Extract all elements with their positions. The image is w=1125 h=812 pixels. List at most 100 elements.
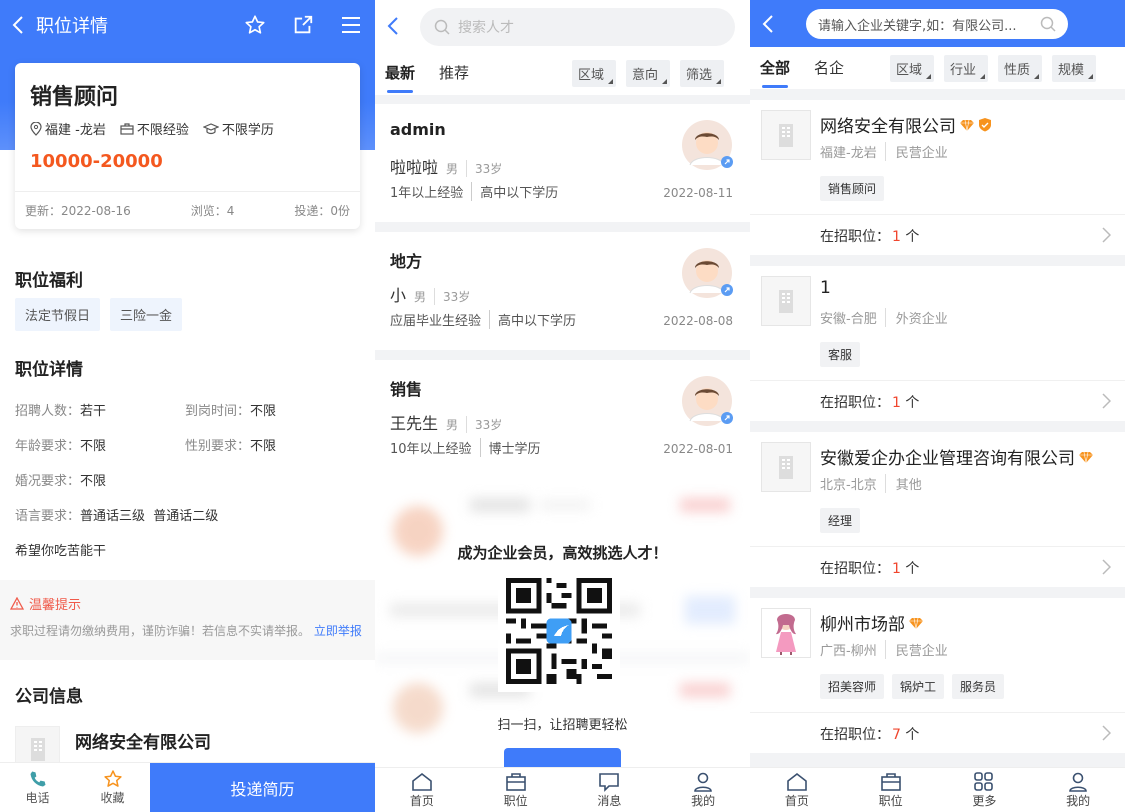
chevron-right-icon[interactable] <box>1102 725 1112 745</box>
qr-code[interactable] <box>498 570 620 692</box>
company-header: 请输入企业关键字,如：有限公司... <box>750 0 1125 47</box>
membership-promo: 成为企业会员，高效挑选人才！ 扫一扫，让招聘更轻松 <box>375 478 750 778</box>
tab-recommended[interactable]: 推荐 <box>439 62 469 83</box>
tab-profile[interactable]: 我的 <box>1031 768 1125 812</box>
user-icon <box>694 772 712 792</box>
filter-more[interactable]: 筛选 <box>680 60 725 87</box>
tab-jobs[interactable]: 职位 <box>469 768 563 812</box>
company-list-screen: 请输入企业关键字,如：有限公司... 全部 名企 区域 行业 性质 规模 网络安… <box>750 0 1125 812</box>
hiring-count: 1 <box>892 395 901 411</box>
filter-industry[interactable]: 行业 <box>944 55 989 82</box>
details-title: 职位详情 <box>15 360 83 380</box>
filter-nature[interactable]: 性质 <box>998 55 1043 82</box>
back-icon[interactable] <box>762 14 774 38</box>
user-icon <box>1069 772 1087 792</box>
company-name: 柳州市场部 <box>820 615 905 635</box>
home-icon <box>787 772 807 791</box>
tab-more[interactable]: 更多 <box>938 768 1032 812</box>
update-date: 更新：2022-08-16 <box>25 204 131 218</box>
star-icon[interactable] <box>231 14 279 36</box>
benefit-tag: 法定节假日 <box>15 298 101 331</box>
job-tag: 销售顾问 <box>820 176 885 201</box>
home-icon <box>412 772 432 791</box>
company-name: 安徽爱企办企业管理咨询有限公司 <box>820 449 1075 469</box>
tab-profile[interactable]: 我的 <box>656 768 750 812</box>
back-icon[interactable] <box>387 16 399 40</box>
application-count: 投递：0份 <box>294 204 350 218</box>
talent-card[interactable]: admin 啦啦啦男 33岁 1年以上经验 高中以下学历 2022-08-11 <box>375 104 750 222</box>
location-pin-icon <box>30 121 42 136</box>
company-logo <box>761 608 811 658</box>
talent-date: 2022-08-11 <box>663 186 733 200</box>
company-card[interactable]: 1 安徽-合肥 外资企业 客服 在招职位： 1 个 <box>750 266 1125 421</box>
share-icon[interactable] <box>279 14 327 36</box>
talent-card[interactable]: 地方 小男 33岁 应届毕业生经验 高中以下学历 2022-08-08 <box>375 232 750 350</box>
company-info-title: 公司信息 <box>15 687 83 707</box>
talent-date: 2022-08-01 <box>663 442 733 456</box>
job-tag: 经理 <box>820 508 861 533</box>
salary: 10000-20000 <box>30 151 163 172</box>
tab-home[interactable]: 首页 <box>375 768 469 812</box>
message-icon <box>599 772 620 792</box>
safety-tip: 温馨提示 求职过程请勿缴纳费用，谨防诈骗！若信息不实请举报。 立即举报 <box>0 580 375 660</box>
company-card[interactable]: 安徽爱企办企业管理咨询有限公司 北京-北京 其他 经理 在招职位： 1 个 <box>750 432 1125 587</box>
job-detail-screen: 职位详情 销售顾问 福建 -龙岩 不限经验 不限学历 10000-20000 更… <box>0 0 375 812</box>
company-name: 1 <box>820 278 831 298</box>
benefits-title: 职位福利 <box>15 271 83 291</box>
filter-intention[interactable]: 意向 <box>626 60 671 87</box>
education-tag: 不限学历 <box>202 119 274 138</box>
verified-badge-icon <box>979 118 991 132</box>
top-bar: 职位详情 <box>0 0 375 50</box>
filter-region[interactable]: 区域 <box>890 55 935 82</box>
job-summary-card: 销售顾问 福建 -龙岩 不限经验 不限学历 10000-20000 更新：202… <box>15 63 360 229</box>
chevron-right-icon[interactable] <box>1102 227 1112 247</box>
talent-name: 王先生 <box>390 414 439 433</box>
tab-all[interactable]: 全部 <box>760 57 790 88</box>
chevron-right-icon[interactable] <box>1102 393 1112 413</box>
star-outline-icon <box>103 770 122 787</box>
tab-home[interactable]: 首页 <box>750 768 844 812</box>
briefcase-icon <box>505 772 526 791</box>
talent-search-input[interactable]: 搜索人才 <box>420 8 735 46</box>
company-logo <box>761 110 811 160</box>
tab-messages[interactable]: 消息 <box>563 768 657 812</box>
bottom-tab-bar: 首页 职位 更多 我的 <box>750 767 1125 812</box>
promo-subtitle: 扫一扫，让招聘更轻松 <box>497 718 628 733</box>
company-logo <box>761 276 811 326</box>
tab-jobs[interactable]: 职位 <box>844 768 938 812</box>
chevron-right-icon[interactable] <box>1102 559 1112 579</box>
back-icon[interactable] <box>0 15 36 35</box>
hiring-count: 1 <box>892 561 901 577</box>
tab-famous[interactable]: 名企 <box>814 57 844 78</box>
hiring-count: 1 <box>892 229 901 245</box>
diamond-icon <box>909 617 923 629</box>
tip-title: 温馨提示 <box>29 598 82 613</box>
filter-region[interactable]: 区域 <box>572 60 617 87</box>
company-name: 网络安全有限公司 <box>820 117 956 137</box>
detail-row: 语言要求： 普通话三级 普通话二级 <box>15 509 219 524</box>
job-description: 希望你吃苦能干 <box>15 544 107 559</box>
diamond-icon <box>1079 451 1093 463</box>
detail-row: 婚况要求： 不限 <box>15 474 107 489</box>
filter-size[interactable]: 规模 <box>1052 55 1097 82</box>
talent-name: 啦啦啦 <box>390 158 439 177</box>
diamond-icon <box>960 119 974 131</box>
job-title: 销售顾问 <box>30 85 119 110</box>
company-search-input[interactable]: 请输入企业关键字,如：有限公司... <box>806 9 1068 39</box>
favorite-button[interactable]: 收藏 <box>75 763 150 812</box>
apply-button[interactable]: 投递简历 <box>150 763 375 812</box>
company-filter-bar: 全部 名企 区域 行业 性质 规模 <box>750 47 1125 89</box>
avatar <box>682 376 733 426</box>
company-card[interactable]: 网络安全有限公司 福建-龙岩 民营企业 销售顾问 在招职位： 1 个 <box>750 100 1125 255</box>
company-card[interactable]: 柳州市场部 广西-柳州 民营企业 招美容师 锅炉工 服务员 在招职位： 7 个 <box>750 598 1125 753</box>
search-icon <box>1040 16 1056 36</box>
call-button[interactable]: 电话 <box>0 763 75 812</box>
report-link[interactable]: 立即举报 <box>314 624 362 638</box>
menu-icon[interactable] <box>327 15 375 35</box>
job-tag: 客服 <box>820 342 861 367</box>
tab-latest[interactable]: 最新 <box>385 62 415 93</box>
benefits-list: 法定节假日 三险一金 <box>15 298 192 331</box>
talent-card[interactable]: 销售 王先生男 33岁 10年以上经验 博士学历 2022-08-01 <box>375 360 750 478</box>
experience-tag: 不限经验 <box>120 119 189 138</box>
talent-title: admin <box>390 120 446 139</box>
